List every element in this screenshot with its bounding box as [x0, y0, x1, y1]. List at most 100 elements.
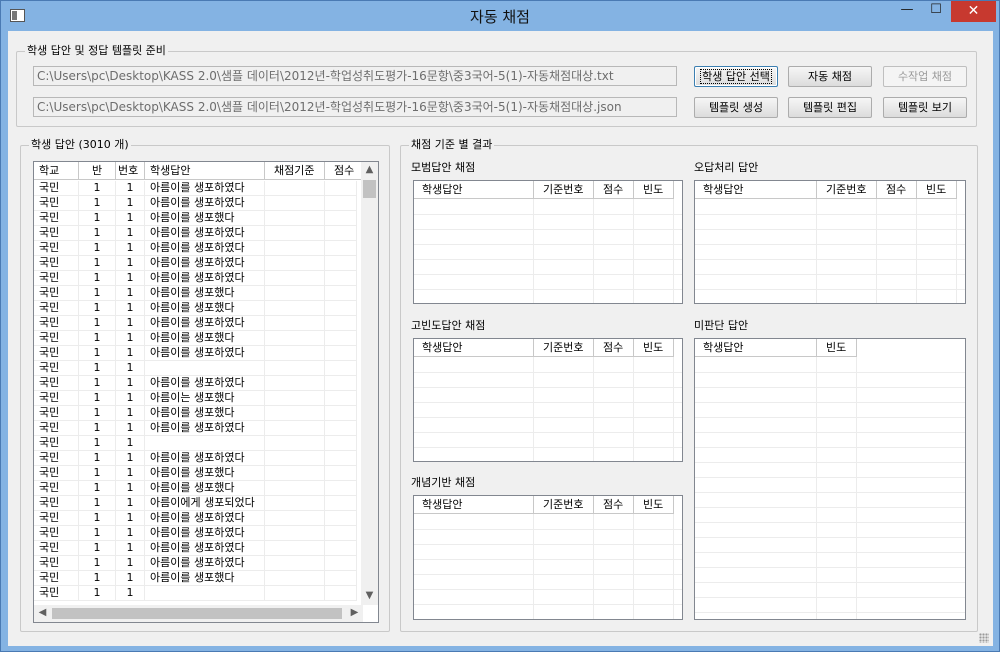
- table-row[interactable]: 국민 1 1: [34, 586, 357, 601]
- col-class-header[interactable]: 반: [79, 162, 116, 180]
- grid-row-line: [414, 214, 682, 215]
- auto-grade-button[interactable]: 자동 채점: [788, 66, 872, 87]
- cell-answer: 아름이를 생포했다: [145, 331, 265, 346]
- table-row[interactable]: 국민 1 1 아름이는 생포했다: [34, 391, 357, 406]
- title-bar[interactable]: 자동 채점 — ☐ ✕: [1, 1, 999, 31]
- model-col-header[interactable]: 학생답안: [414, 181, 534, 199]
- wrong-col-header[interactable]: 기준번호: [817, 181, 877, 199]
- frequent-col-header[interactable]: 학생답안: [414, 339, 534, 357]
- cell-number: 1: [116, 556, 145, 571]
- table-row[interactable]: 국민 1 1 아름이를 생포하였다: [34, 376, 357, 391]
- col-criteria-header[interactable]: 채점기준: [265, 162, 325, 180]
- template-path-field[interactable]: C:\Users\pc\Desktop\KASS 2.0\샘플 데이터\2012…: [33, 97, 677, 117]
- cell-score: [325, 481, 357, 496]
- minimize-button[interactable]: —: [893, 1, 921, 22]
- cell-criteria: [265, 481, 325, 496]
- close-button[interactable]: ✕: [951, 1, 996, 22]
- horizontal-scrollbar[interactable]: ◀ ▶: [34, 605, 363, 622]
- model-col-header[interactable]: 빈도: [634, 181, 674, 199]
- resize-grip-icon[interactable]: [979, 633, 989, 643]
- col-score-header[interactable]: 점수: [325, 162, 364, 180]
- concept-col-header[interactable]: 점수: [594, 496, 634, 514]
- cell-number: 1: [116, 481, 145, 496]
- grid-row-line: [414, 259, 682, 260]
- cell-answer: 아름이를 생포했다: [145, 406, 265, 421]
- table-row[interactable]: 국민 1 1 아름이를 생포하였다: [34, 241, 357, 256]
- scroll-down-arrow-icon[interactable]: ▼: [361, 588, 378, 605]
- student-answer-path-field[interactable]: C:\Users\pc\Desktop\KASS 2.0\샘플 데이터\2012…: [33, 66, 677, 86]
- undecided-answer-grid[interactable]: 학생답안 빈도: [694, 338, 966, 620]
- cell-score: [325, 451, 357, 466]
- cell-answer: 아름이는 생포했다: [145, 391, 265, 406]
- cell-school: 국민: [34, 391, 79, 406]
- edit-template-button[interactable]: 템플릿 편집: [788, 97, 872, 118]
- table-row[interactable]: 국민 1 1 아름이를 생포하였다: [34, 226, 357, 241]
- table-row[interactable]: 국민 1 1 아름이를 생포하였다: [34, 346, 357, 361]
- model-answer-grid[interactable]: 학생답안 기준번호 점수 빈도: [413, 180, 683, 304]
- table-row[interactable]: 국민 1 1 아름이를 생포하였다: [34, 526, 357, 541]
- undecided-col-header[interactable]: 학생답안: [695, 339, 817, 357]
- table-row[interactable]: 국민 1 1 아름이를 생포하였다: [34, 421, 357, 436]
- model-col-header[interactable]: 점수: [594, 181, 634, 199]
- client-area: 학생 답안 및 정답 템플릿 준비 C:\Users\pc\Desktop\KA…: [8, 31, 993, 646]
- table-row[interactable]: 국민 1 1 아름이를 생포하였다: [34, 316, 357, 331]
- concept-col-header[interactable]: 기준번호: [534, 496, 594, 514]
- undecided-col-header[interactable]: 빈도: [817, 339, 857, 357]
- table-row[interactable]: 국민 1 1 아름이를 생포했다: [34, 301, 357, 316]
- wrong-answer-grid[interactable]: 학생답안 기준번호 점수 빈도: [694, 180, 966, 304]
- table-row[interactable]: 국민 1 1: [34, 436, 357, 451]
- table-row[interactable]: 국민 1 1 아름이를 생포했다: [34, 331, 357, 346]
- table-row[interactable]: 국민 1 1 아름이를 생포했다: [34, 481, 357, 496]
- cell-class: 1: [79, 301, 116, 316]
- col-school-header[interactable]: 학교: [34, 162, 79, 180]
- concept-answer-grid[interactable]: 학생답안 기준번호 점수 빈도: [413, 495, 683, 620]
- scroll-left-arrow-icon[interactable]: ◀: [34, 605, 51, 622]
- table-row[interactable]: 국민 1 1 아름이를 생포하였다: [34, 271, 357, 286]
- wrong-col-header[interactable]: 학생답안: [695, 181, 817, 199]
- scroll-up-arrow-icon[interactable]: ▲: [361, 162, 378, 179]
- cell-school: 국민: [34, 256, 79, 271]
- table-row[interactable]: 국민 1 1 아름이를 생포했다: [34, 571, 357, 586]
- table-row[interactable]: 국민 1 1 아름이를 생포했다: [34, 406, 357, 421]
- cell-answer: 아름이를 생포하였다: [145, 376, 265, 391]
- grid-row-line: [414, 589, 682, 590]
- table-row[interactable]: 국민 1 1 아름이에게 생포되었다: [34, 496, 357, 511]
- concept-col-header[interactable]: 빈도: [634, 496, 674, 514]
- table-row[interactable]: 국민 1 1 아름이를 생포하였다: [34, 181, 357, 196]
- cell-answer: 아름이에게 생포되었다: [145, 496, 265, 511]
- table-row[interactable]: 국민 1 1 아름이를 생포했다: [34, 466, 357, 481]
- table-row[interactable]: 국민 1 1 아름이를 생포하였다: [34, 196, 357, 211]
- model-col-header[interactable]: 기준번호: [534, 181, 594, 199]
- scroll-right-arrow-icon[interactable]: ▶: [346, 605, 363, 622]
- select-answers-button[interactable]: 학생 답안 선택: [694, 66, 778, 87]
- manual-grade-button[interactable]: 수작업 채점: [883, 66, 967, 87]
- vertical-scroll-thumb[interactable]: [363, 180, 376, 198]
- table-row[interactable]: 국민 1 1 아름이를 생포했다: [34, 211, 357, 226]
- frequent-col-header[interactable]: 점수: [594, 339, 634, 357]
- col-number-header[interactable]: 번호: [116, 162, 145, 180]
- vertical-scrollbar[interactable]: ▲ ▼: [361, 162, 378, 605]
- cell-class: 1: [79, 286, 116, 301]
- table-row[interactable]: 국민 1 1 아름이를 생포하였다: [34, 511, 357, 526]
- wrong-col-header[interactable]: 점수: [877, 181, 917, 199]
- table-row[interactable]: 국민 1 1 아름이를 생포하였다: [34, 451, 357, 466]
- maximize-button[interactable]: ☐: [922, 1, 950, 22]
- concept-col-header[interactable]: 학생답안: [414, 496, 534, 514]
- frequent-col-header[interactable]: 기준번호: [534, 339, 594, 357]
- horizontal-scroll-thumb[interactable]: [52, 608, 342, 619]
- table-row[interactable]: 국민 1 1: [34, 361, 357, 376]
- table-row[interactable]: 국민 1 1 아름이를 생포하였다: [34, 541, 357, 556]
- col-answer-header[interactable]: 학생답안: [145, 162, 265, 180]
- table-row[interactable]: 국민 1 1 아름이를 생포하였다: [34, 556, 357, 571]
- frequent-answer-grid[interactable]: 학생답안 기준번호 점수 빈도: [413, 338, 683, 462]
- cell-school: 국민: [34, 481, 79, 496]
- view-template-button[interactable]: 템플릿 보기: [883, 97, 967, 118]
- table-row[interactable]: 국민 1 1 아름이를 생포하였다: [34, 256, 357, 271]
- student-answers-list[interactable]: 학교 반 번호 학생답안 채점기준 점수 국민 1 1 아름이를 생포하였다 국민 1 1 아…: [33, 161, 379, 623]
- create-template-button[interactable]: 템플릿 생성: [694, 97, 778, 118]
- cell-class: 1: [79, 421, 116, 436]
- window-title: 자동 채점: [470, 8, 530, 26]
- wrong-col-header[interactable]: 빈도: [917, 181, 957, 199]
- frequent-col-header[interactable]: 빈도: [634, 339, 674, 357]
- table-row[interactable]: 국민 1 1 아름이를 생포했다: [34, 286, 357, 301]
